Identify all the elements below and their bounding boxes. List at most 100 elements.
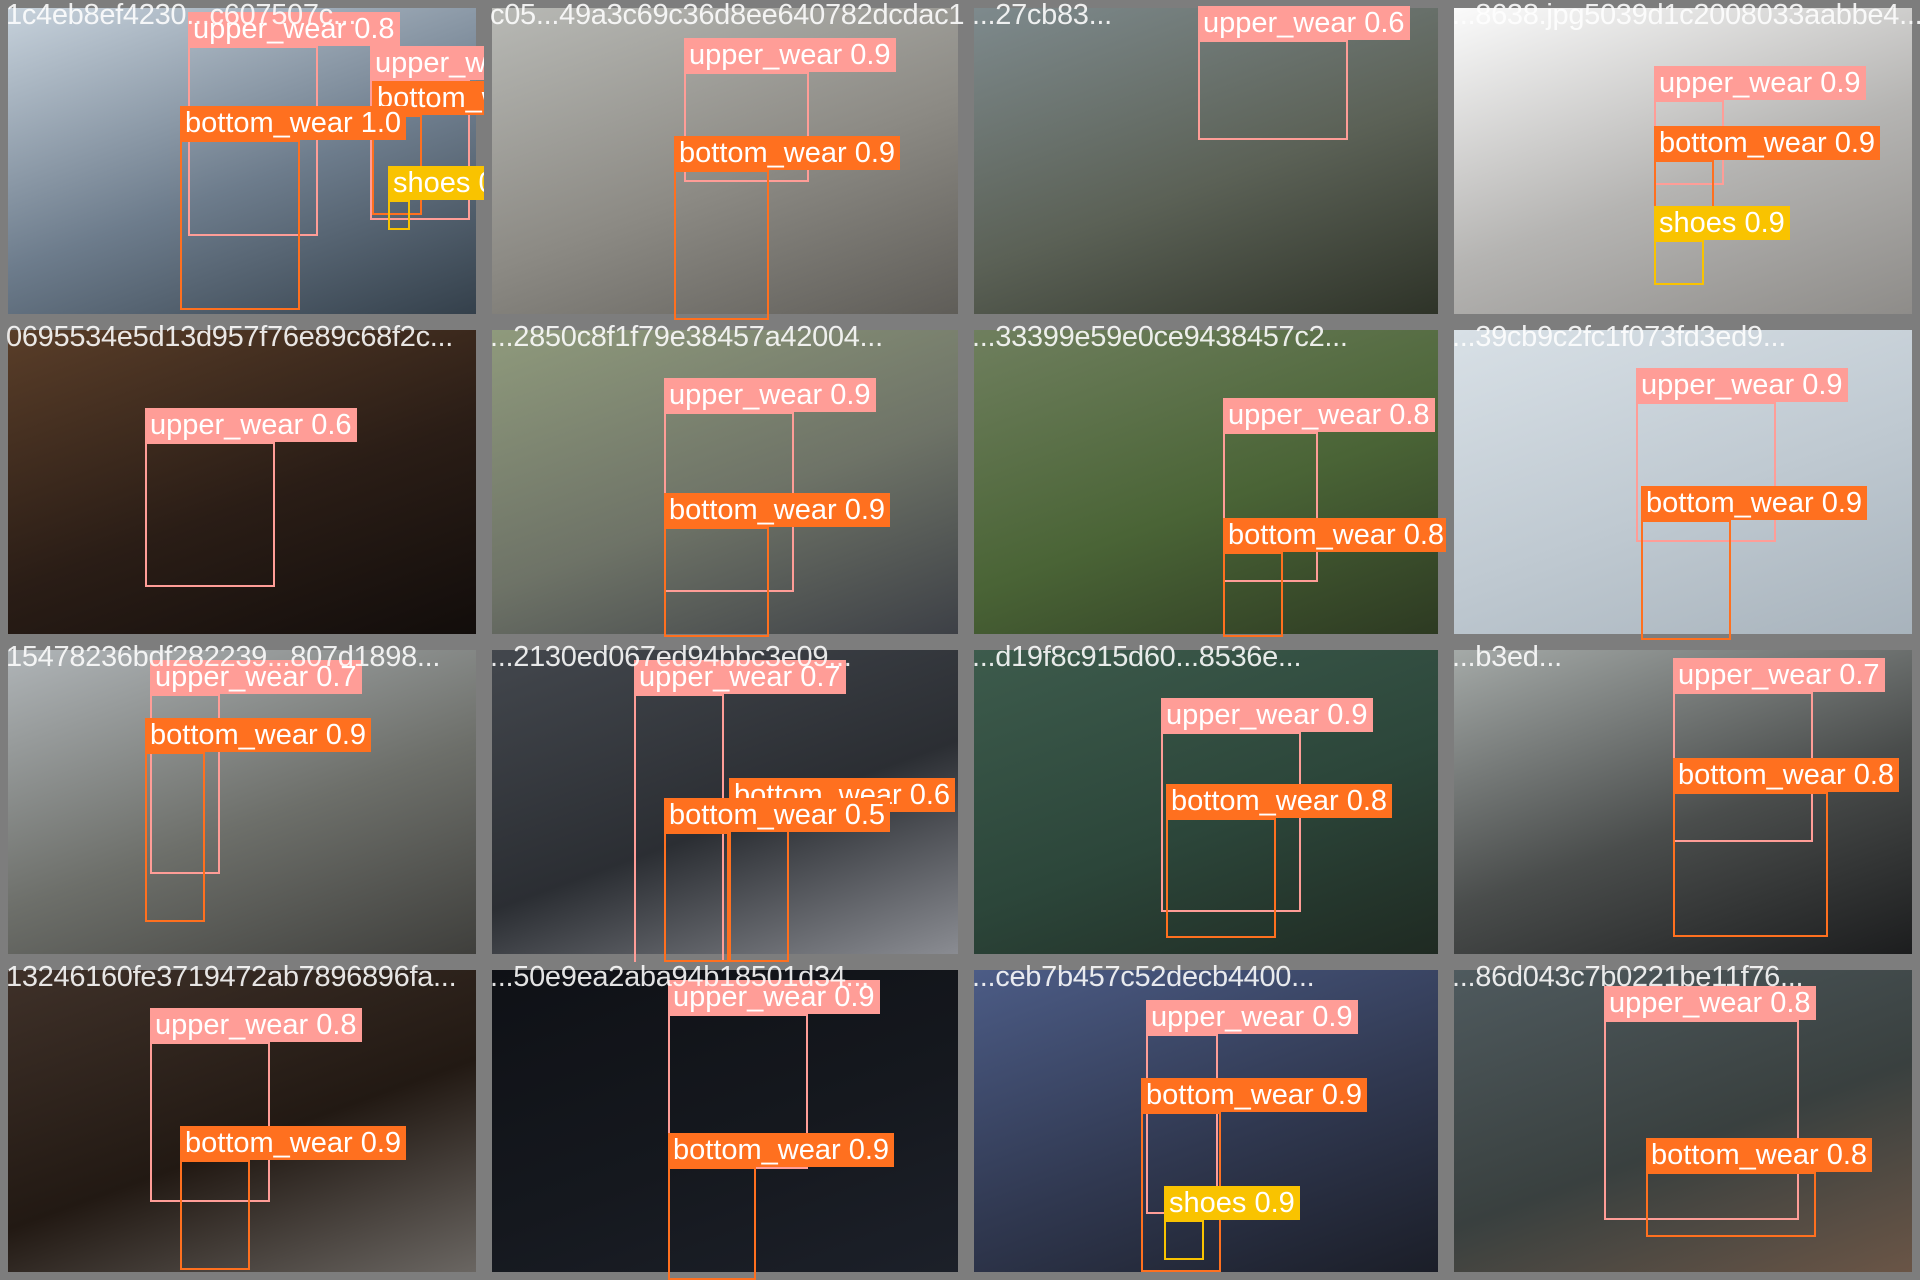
detection-label: bottom_wear 0.9	[180, 1126, 407, 1160]
image-tile: 0695534e5d13d957f76e89c68f2c... upper_wea…	[0, 322, 484, 642]
bottom-wear-detection: bottom_wear 0.6	[729, 778, 956, 962]
bounding-box	[729, 812, 789, 962]
detection-label: upper_wear 0.6	[1198, 6, 1410, 40]
image-tile: ...d19f8c915d60...8536e... upper_wear 0.9…	[966, 642, 1446, 962]
bottom-wear-detection: bottom_wear 0.9	[664, 493, 891, 637]
bounding-box	[180, 140, 300, 310]
detection-label: upper_wear 0.8	[1223, 398, 1435, 432]
detection-label: upper_wear 0.7	[1673, 658, 1885, 692]
detection-label: upper_wear 0.6	[370, 46, 484, 80]
bounding-box	[1673, 792, 1828, 937]
bounding-box	[180, 1160, 250, 1270]
detection-label: shoes 0.6	[388, 166, 484, 200]
detection-label: shoes 0.9	[1164, 1186, 1300, 1220]
filename-label: ...39cb9c2fc1f073fd3ed9...	[1452, 322, 1787, 353]
bounding-box	[674, 170, 769, 320]
bounding-box	[1646, 1172, 1816, 1237]
image-tile: 13246160fe3719472ab7896896fa... upper_wea…	[0, 962, 484, 1280]
detection-label: bottom_wear 0.8	[1646, 1138, 1873, 1172]
bottom-wear-detection: bottom_wear 1.0	[180, 106, 407, 310]
detection-label: upper_wear 0.9	[664, 378, 876, 412]
detection-label: bottom_wear 0.9	[1641, 486, 1868, 520]
image-tile: ...86d043c7b0221be11f76... upper_wear 0.8…	[1446, 962, 1920, 1280]
filename-label: 15478236bdf282239...807d1898...	[6, 642, 441, 673]
bottom-wear-detection: bottom_wear 0.9	[180, 1126, 407, 1270]
detection-label: bottom_wear 0.5	[664, 798, 891, 832]
image-tile: ...39cb9c2fc1f073fd3ed9... upper_wear 0.9…	[1446, 322, 1920, 642]
bottom-wear-detection: bottom_wear 0.8	[1673, 758, 1900, 937]
detection-label: bottom_wear 0.9	[674, 136, 901, 170]
bounding-box	[1654, 240, 1704, 285]
bounding-box	[1198, 40, 1348, 140]
detection-label: upper_wear 0.9	[684, 38, 896, 72]
detection-mosaic: 1c4eb8ef4230...c607507c... upper_wear 0.8…	[0, 0, 1920, 1280]
detection-label: upper_wear 0.9	[1654, 66, 1866, 100]
shoes-detection: shoes 0.9	[1654, 206, 1790, 285]
detection-label: bottom_wear 0.8	[1673, 758, 1900, 792]
bottom-wear-detection: bottom_wear 0.9	[1641, 486, 1868, 640]
filename-label: 1c4eb8ef4230...c607507c...	[6, 0, 357, 31]
bounding-box	[664, 527, 769, 637]
filename-label: ...2850c8f1f79e38457a42004...	[490, 322, 883, 353]
bottom-wear-detection: bottom_wear 0.9	[674, 136, 901, 320]
image-tile: 1c4eb8ef4230...c607507c... upper_wear 0.8…	[0, 0, 484, 322]
filename-label: ...b3ed...	[1452, 642, 1562, 673]
filename-label: ...2130ed067ed94bbc3e09...	[490, 642, 852, 673]
image-tile: ...8638.jpg5039d1c2008033aabbe4... upper_…	[1446, 0, 1920, 322]
filename-label: ...86d043c7b0221be11f76...	[1452, 962, 1804, 993]
bounding-box	[1164, 1220, 1204, 1260]
bottom-wear-detection: bottom_wear 0.9	[668, 1133, 895, 1280]
detection-label: upper_wear 0.9	[1161, 698, 1373, 732]
detection-label: bottom_wear 0.9	[1141, 1078, 1368, 1112]
image-tile: c05...49a3c69c36d8ee640782dcdac1... upper…	[484, 0, 966, 322]
bottom-wear-detection: bottom_wear 0.8	[1223, 518, 1446, 637]
image-tile: 15478236bdf282239...807d1898... upper_wea…	[0, 642, 484, 962]
bottom-wear-detection: bottom_wear 0.9	[145, 718, 372, 922]
image-tile: ...2130ed067ed94bbc3e09... upper_wear 0.7…	[484, 642, 966, 962]
filename-label: ...8638.jpg5039d1c2008033aabbe4...	[1452, 0, 1920, 31]
shoes-detection: shoes 0.6	[388, 166, 484, 230]
detection-label: bottom_wear 0.9	[1654, 126, 1881, 160]
detection-label: bottom_wear 0.9	[145, 718, 372, 752]
bounding-box	[1223, 552, 1283, 637]
upper-wear-detection: upper_wear 0.6	[145, 408, 357, 587]
filename-label: 13246160fe3719472ab7896896fa...	[6, 962, 457, 993]
detection-label: upper_wear 0.9	[1636, 368, 1848, 402]
image-tile: ...b3ed... upper_wear 0.7 bottom_wear 0.8	[1446, 642, 1920, 962]
bottom-wear-detection: bottom_wear 0.8	[1166, 784, 1393, 938]
filename-label: ...ceb7b457c52decb4400...	[972, 962, 1315, 993]
image-tile: ...50e9ea2aba94b18501d34... upper_wear 0.…	[484, 962, 966, 1280]
detection-label: bottom_wear 0.9	[668, 1133, 895, 1167]
bounding-box	[1166, 818, 1276, 938]
bounding-box	[145, 442, 275, 587]
detection-label: bottom_wear 0.9	[664, 493, 891, 527]
bounding-box	[1641, 520, 1731, 640]
filename-label: ...50e9ea2aba94b18501d34...	[490, 962, 869, 993]
filename-label: ...d19f8c915d60...8536e...	[972, 642, 1302, 673]
image-tile: ...33399e59e0ce9438457c2... upper_wear 0.…	[966, 322, 1446, 642]
photo	[974, 330, 1438, 634]
detection-label: upper_wear 0.8	[150, 1008, 362, 1042]
detection-label: bottom_wear 1.0	[180, 106, 407, 140]
bounding-box	[388, 200, 410, 230]
bottom-wear-detection: bottom_wear 0.5	[664, 798, 891, 962]
shoes-detection: shoes 0.9	[1164, 1186, 1300, 1260]
bounding-box	[664, 832, 729, 962]
bounding-box	[145, 752, 205, 922]
detection-label: upper_wear 0.6	[145, 408, 357, 442]
detection-label: shoes 0.9	[1654, 206, 1790, 240]
photo	[8, 650, 476, 954]
image-tile: ...2850c8f1f79e38457a42004... upper_wear …	[484, 322, 966, 642]
image-tile: ...27cb83... upper_wear 0.6	[966, 0, 1446, 322]
bounding-box	[668, 1167, 756, 1280]
detection-label: bottom_wear 0.8	[1223, 518, 1446, 552]
filename-label: c05...49a3c69c36d8ee640782dcdac1...	[490, 0, 966, 31]
bottom-wear-detection: bottom_wear 0.8	[1646, 1138, 1873, 1237]
filename-label: ...33399e59e0ce9438457c2...	[972, 322, 1348, 353]
detection-label: bottom_wear 0.8	[1166, 784, 1393, 818]
filename-label: ...27cb83...	[972, 0, 1112, 31]
upper-wear-detection: upper_wear 0.6	[1198, 6, 1410, 140]
image-tile: ...ceb7b457c52decb4400... upper_wear 0.9 b…	[966, 962, 1446, 1280]
detection-label: upper_wear 0.9	[1146, 1000, 1358, 1034]
filename-label: 0695534e5d13d957f76e89c68f2c...	[6, 322, 454, 353]
